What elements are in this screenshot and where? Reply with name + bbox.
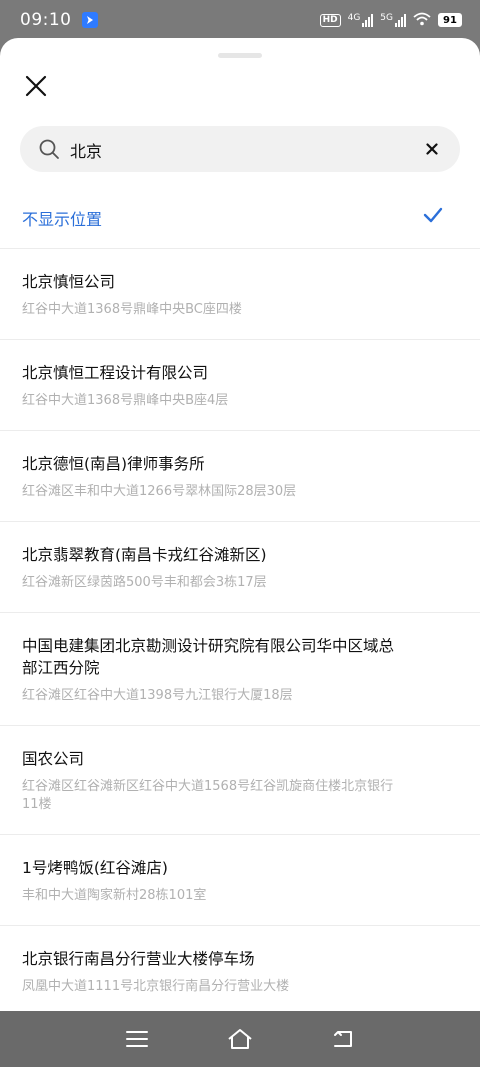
network-4g-label: 4G [347,13,361,23]
location-name: 国农公司 [22,750,85,768]
search-icon [39,139,59,159]
location-result-item[interactable]: 北京翡翠教育(南昌卡戎红谷滩新区) 红谷滩新区绿茵路500号丰和都会3栋17层 [0,521,480,612]
home-nav-button[interactable] [220,1019,260,1059]
clear-search-button[interactable] [422,139,442,159]
drag-handle[interactable] [218,53,262,58]
menu-icon [126,1031,149,1047]
location-address: 丰和中大道陶家新村28栋101室 [22,888,207,903]
location-result-item[interactable]: 北京慎恒工程设计有限公司红谷中大道1368号鼎峰中央B座4层 [0,339,480,430]
menu-nav-button[interactable] [117,1019,157,1059]
location-result-item[interactable]: 北京银行南昌分行营业大楼停车场凤凰中大道1111号北京银行南昌分行营业大楼 [0,925,480,1011]
location-address: 红谷滩新区绿茵路500号丰和都会3栋17层 [22,575,267,590]
location-name: 1号烤鸭饭(红谷滩店) [22,859,168,877]
location-result-item[interactable]: 中国电建集团北京勘测设计研究院有限公司华中区域总部江西分院红谷滩区红谷中大道13… [0,612,480,725]
signal-4g-icon: 4G [348,13,374,27]
wifi-icon [413,12,431,29]
home-icon [228,1029,252,1049]
signal-5g-icon: 5G [380,13,406,27]
location-address: 红谷滩区红谷中大道1398号九江银行大厦18层 [22,688,293,703]
location-address: 红谷滩区红谷滩新区红谷中大道1568号红谷凯旋商住楼北京银行11楼 [22,779,394,812]
battery-level: 91 [443,14,457,26]
battery-icon: 91 [438,13,462,27]
system-nav-bar [0,1011,480,1067]
location-name: 北京慎恒工程设计有限公司 [22,364,209,382]
search-input[interactable] [68,134,402,166]
location-name: 北京慎恒公司 [22,273,116,291]
location-address: 红谷中大道1368号鼎峰中央BC座四楼 [22,302,242,317]
location-picker-sheet: 不显示位置 北京慎恒公司红谷中大道1368号鼎峰中央BC座四楼北京慎恒工程设计有… [0,38,480,1011]
location-address: 红谷滩区丰和中大道1266号翠林国际28层30层 [22,484,297,499]
hide-location-label: 不显示位置 [22,210,103,229]
hd-icon: HD [319,13,341,27]
network-5g-label: 5G [380,13,393,23]
status-bar: 09:10 HD 4G 5G 91 [0,0,480,40]
back-nav-button[interactable] [323,1019,363,1059]
location-address: 凤凰中大道1111号北京银行南昌分行营业大楼 [22,979,290,994]
location-name: 北京德恒(南昌)律师事务所 [22,455,205,473]
location-result-item[interactable]: 国农公司红谷滩区红谷滩新区红谷中大道1568号红谷凯旋商住楼北京银行11楼 [0,725,480,834]
back-icon [333,1031,352,1047]
location-name: 中国电建集团北京勘测设计研究院有限公司华中区域总部江西分院 [22,637,395,677]
close-icon [25,75,47,97]
location-result-item[interactable]: 北京慎恒公司红谷中大道1368号鼎峰中央BC座四楼 [0,248,480,339]
location-result-item[interactable]: 1号烤鸭饭(红谷滩店) 丰和中大道陶家新村28栋101室 [0,834,480,925]
status-time: 09:10 [20,10,72,30]
location-result-item[interactable]: 北京德恒(南昌)律师事务所红谷滩区丰和中大道1266号翠林国际28层30层 [0,430,480,521]
location-address: 红谷中大道1368号鼎峰中央B座4层 [22,393,229,408]
checkmark-icon [423,207,443,223]
location-results-list: 北京慎恒公司 红谷中大道1368号鼎峰中央BC座四楼 北京慎恒工程设计有限公司 红谷中… [0,248,480,1011]
hide-location-option[interactable]: 不显示位置 [0,194,480,248]
close-button[interactable] [22,72,50,100]
location-name: 北京银行南昌分行营业大楼停车场 [22,950,255,968]
search-bar [20,126,460,172]
location-name: 北京翡翠教育(南昌卡戎红谷滩新区) [22,546,267,564]
clear-icon [426,143,438,155]
app-notification-icon [81,12,98,28]
